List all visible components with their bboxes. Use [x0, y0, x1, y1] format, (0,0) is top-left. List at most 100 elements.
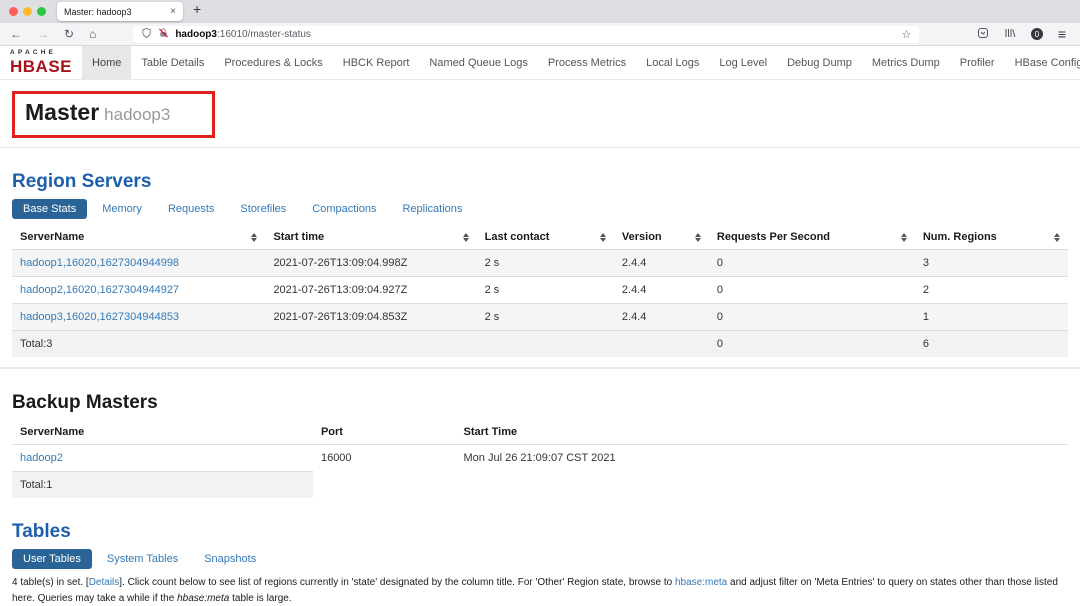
column-label: Version [622, 231, 662, 243]
note-text: hbase:meta [177, 593, 229, 604]
cell-start-time: 2021-07-26T13:09:04.998Z [265, 250, 476, 277]
cell-requests-per-second: 0 [709, 250, 915, 277]
cell-port: 16000 [313, 445, 456, 472]
region-servers-tab-compactions[interactable]: Compactions [301, 199, 387, 219]
total-cell-num-regions: 6 [915, 331, 1068, 358]
close-window-button[interactable] [9, 7, 18, 16]
total-cell-requests-per-second: 0 [709, 331, 915, 358]
cell-start-time: 2021-07-26T13:09:04.853Z [265, 304, 476, 331]
column-header-servername: ServerName [12, 420, 313, 445]
cell-version: 2.4.4 [614, 250, 709, 277]
nav-item-metrics-dump[interactable]: Metrics Dump [862, 46, 950, 79]
backup-masters-heading: Backup Masters [12, 392, 1068, 414]
region-servers-tab-replications[interactable]: Replications [391, 199, 473, 219]
nav-item-hbase-configuration[interactable]: HBase Configuration [1005, 46, 1080, 79]
master-hostname: hadoop3 [104, 105, 170, 124]
menu-icon[interactable]: ≡ [1058, 26, 1066, 42]
cell-version: 2.4.4 [614, 277, 709, 304]
nav-item-named-queue-logs[interactable]: Named Queue Logs [419, 46, 537, 79]
cell-num-regions: 1 [915, 304, 1068, 331]
sort-icon[interactable] [251, 233, 257, 242]
sort-icon[interactable] [901, 233, 907, 242]
table-header-row: ServerName Start time Last contact Version R… [12, 225, 1068, 250]
forward-button[interactable]: → [37, 28, 49, 40]
new-tab-button[interactable]: + [193, 1, 201, 17]
server-link[interactable]: hadoop1,16020,1627304944998 [20, 257, 179, 269]
hbase-logo[interactable]: APACHE HBASE [8, 46, 82, 79]
total-cell: Total:1 [12, 472, 313, 499]
pocket-icon[interactable] [977, 27, 989, 42]
column-label: Requests Per Second [717, 231, 830, 243]
sort-icon[interactable] [600, 233, 606, 242]
tab-close-icon[interactable]: × [170, 6, 176, 17]
column-label: ServerName [20, 231, 84, 243]
url-text: hadoop3:16010/master-status [175, 29, 311, 40]
server-link[interactable]: hadoop2 [20, 452, 63, 464]
nav-item-process-metrics[interactable]: Process Metrics [538, 46, 636, 79]
cell-last-contact: 2 s [477, 304, 614, 331]
sort-icon[interactable] [463, 233, 469, 242]
region-servers-tab-storefiles[interactable]: Storefiles [229, 199, 297, 219]
cell-version: 2.4.4 [614, 304, 709, 331]
url-host: hadoop3 [175, 29, 217, 40]
nav-item-table-details[interactable]: Table Details [131, 46, 214, 79]
maximize-window-button[interactable] [37, 7, 46, 16]
column-header-num-regions[interactable]: Num. Regions [915, 225, 1068, 250]
column-label: Last contact [485, 231, 550, 243]
url-bar[interactable]: hadoop3:16010/master-status ☆ [133, 26, 919, 43]
library-icon[interactable] [1004, 27, 1016, 42]
note-link[interactable]: Details [89, 577, 120, 588]
nav-item-debug-dump[interactable]: Debug Dump [777, 46, 862, 79]
column-header-port: Port [313, 420, 456, 445]
region-servers-tab-memory[interactable]: Memory [91, 199, 153, 219]
reload-button[interactable]: ↻ [64, 28, 74, 40]
server-link[interactable]: hadoop2,16020,1627304944927 [20, 284, 179, 296]
column-header-requests-per-second[interactable]: Requests Per Second [709, 225, 915, 250]
region-servers-heading: Region Servers [12, 171, 1068, 193]
window-controls [9, 7, 46, 16]
cell-servername: hadoop1,16020,1627304944998 [12, 250, 265, 277]
note-text: ]. Click count below to see list of regi… [119, 577, 675, 588]
total-row: Total:306 [12, 331, 1068, 358]
tables-heading: Tables [12, 521, 1068, 543]
nav-item-local-logs[interactable]: Local Logs [636, 46, 709, 79]
column-label: Start Time [464, 426, 518, 438]
minimize-window-button[interactable] [23, 7, 32, 16]
page-title: Masterhadoop3 [25, 99, 170, 126]
tables-tab-system-tables[interactable]: System Tables [96, 549, 189, 569]
column-header-start-time: Start Time [456, 420, 1069, 445]
column-header-servername[interactable]: ServerName [12, 225, 265, 250]
back-button[interactable]: ← [10, 28, 22, 40]
tables-tab-snapshots[interactable]: Snapshots [193, 549, 267, 569]
column-header-last-contact[interactable]: Last contact [477, 225, 614, 250]
bookmark-star-icon[interactable]: ☆ [901, 28, 911, 41]
nav-item-profiler[interactable]: Profiler [950, 46, 1005, 79]
table-header-row: ServerNamePort Start Time [12, 420, 1068, 445]
nav-item-procedures-locks[interactable]: Procedures & Locks [214, 46, 332, 79]
note-link[interactable]: hbase:meta [675, 577, 727, 588]
tables-tabs: User TablesSystem TablesSnapshots [12, 549, 1068, 569]
note-text: 4 table(s) in set. [ [12, 577, 89, 588]
column-header-version[interactable]: Version [614, 225, 709, 250]
home-button[interactable]: ⌂ [89, 28, 96, 40]
column-header-start-time[interactable]: Start time [265, 225, 476, 250]
sort-icon[interactable] [695, 233, 701, 242]
column-label: Start time [273, 231, 324, 243]
sort-icon[interactable] [1054, 233, 1060, 242]
cell-num-regions: 3 [915, 250, 1068, 277]
cell-servername: hadoop3,16020,1627304944853 [12, 304, 265, 331]
total-cell-last-contact [477, 331, 614, 358]
nav-item-home[interactable]: Home [82, 46, 131, 79]
nav-item-log-level[interactable]: Log Level [709, 46, 777, 79]
nav-item-hbck-report[interactable]: HBCK Report [333, 46, 420, 79]
cell-start-time: 2021-07-26T13:09:04.927Z [265, 277, 476, 304]
total-cell-version [614, 331, 709, 358]
region-servers-tab-base-stats[interactable]: Base Stats [12, 199, 87, 219]
browser-tab[interactable]: Master: hadoop3 × [57, 2, 183, 21]
extension-badge[interactable]: 0 [1031, 28, 1043, 40]
server-link[interactable]: hadoop3,16020,1627304944853 [20, 311, 179, 323]
shield-icon[interactable] [141, 27, 152, 42]
region-servers-tab-requests[interactable]: Requests [157, 199, 225, 219]
tables-tab-user-tables[interactable]: User Tables [12, 549, 92, 569]
insecure-lock-icon[interactable] [158, 27, 169, 42]
